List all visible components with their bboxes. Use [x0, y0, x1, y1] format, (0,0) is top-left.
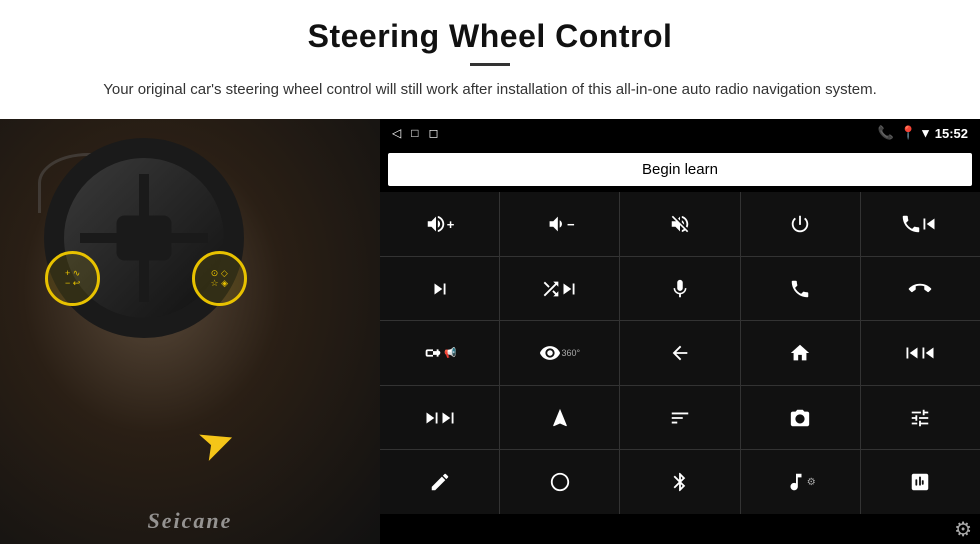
horn-arrow: 📢 [444, 348, 456, 359]
phone-icon: 📞 [878, 125, 894, 141]
ctrl-music[interactable]: ⚙ [741, 450, 860, 514]
car-image: + ∿− ↩ ⊙ ◇☆ ◈ ➤ Seicane [0, 119, 380, 544]
ctrl-phone-hangup[interactable] [861, 257, 980, 321]
begin-learn-button[interactable]: Begin learn [388, 153, 972, 186]
yellow-arrow: ➤ [190, 412, 242, 473]
status-bar: ◁ □ ◻ 📞 📍 ▾ 15:52 [380, 119, 980, 147]
music-settings-icon: ⚙ [807, 477, 816, 488]
right-callout: ⊙ ◇☆ ◈ [192, 251, 247, 306]
ctrl-phone-prev[interactable] [861, 192, 980, 256]
left-callout: + ∿− ↩ [45, 251, 100, 306]
ctrl-horn[interactable]: 📢 [380, 321, 499, 385]
content-area: + ∿− ↩ ⊙ ◇☆ ◈ ➤ Seicane [0, 119, 980, 544]
clock: 15:52 [935, 126, 968, 141]
vol-up-plus: + [447, 217, 455, 232]
ctrl-bluetooth[interactable] [620, 450, 739, 514]
header-section: Steering Wheel Control Your original car… [0, 0, 980, 111]
ctrl-fast-fwd2[interactable] [380, 386, 499, 450]
ctrl-vol-down[interactable]: − [500, 192, 619, 256]
home-nav-icon[interactable]: □ [411, 126, 418, 140]
ctrl-shuffle-fwd[interactable] [500, 257, 619, 321]
ctrl-settings-adj[interactable] [861, 386, 980, 450]
page-title: Steering Wheel Control [60, 18, 920, 55]
head-unit: ◁ □ ◻ 📞 📍 ▾ 15:52 Begin learn [380, 119, 980, 544]
ctrl-circle-btn[interactable] [500, 450, 619, 514]
ctrl-phone-answer[interactable] [741, 257, 860, 321]
ctrl-eq[interactable] [620, 386, 739, 450]
back-nav-icon[interactable]: ◁ [392, 126, 401, 140]
controls-grid: + − [380, 192, 980, 514]
page-container: Steering Wheel Control Your original car… [0, 0, 980, 544]
360-label: 360° [561, 348, 580, 358]
ctrl-navigation[interactable] [500, 386, 619, 450]
ctrl-vol-up[interactable]: + [380, 192, 499, 256]
settings-gear-button[interactable]: ⚙ [954, 517, 972, 542]
ctrl-back-nav[interactable] [620, 321, 739, 385]
seicane-watermark: Seicane [148, 508, 233, 534]
ctrl-mute[interactable] [620, 192, 739, 256]
ctrl-next-track[interactable] [380, 257, 499, 321]
ctrl-camera[interactable] [741, 386, 860, 450]
vol-down-minus: − [567, 217, 575, 232]
ctrl-pen[interactable] [380, 450, 499, 514]
steering-wheel-bg: + ∿− ↩ ⊙ ◇☆ ◈ ➤ Seicane [0, 119, 380, 544]
nav-icons: ◁ □ ◻ [392, 126, 438, 140]
ctrl-microphone[interactable] [620, 257, 739, 321]
ctrl-power[interactable] [741, 192, 860, 256]
ctrl-home-nav[interactable] [741, 321, 860, 385]
wifi-icon: ▾ [922, 125, 929, 141]
ctrl-equalizer-bars[interactable] [861, 450, 980, 514]
ctrl-360[interactable]: 360° [500, 321, 619, 385]
recent-nav-icon[interactable]: ◻ [428, 126, 438, 140]
ctrl-skip-back2[interactable] [861, 321, 980, 385]
bottom-bar: ⚙ [380, 514, 980, 544]
status-right: 📞 📍 ▾ 15:52 [878, 125, 968, 141]
begin-learn-row: Begin learn [380, 147, 980, 192]
location-icon: 📍 [900, 125, 916, 141]
steering-wheel: + ∿− ↩ ⊙ ◇☆ ◈ [44, 138, 244, 338]
subtitle: Your original car's steering wheel contr… [80, 78, 900, 101]
title-divider [470, 63, 510, 66]
